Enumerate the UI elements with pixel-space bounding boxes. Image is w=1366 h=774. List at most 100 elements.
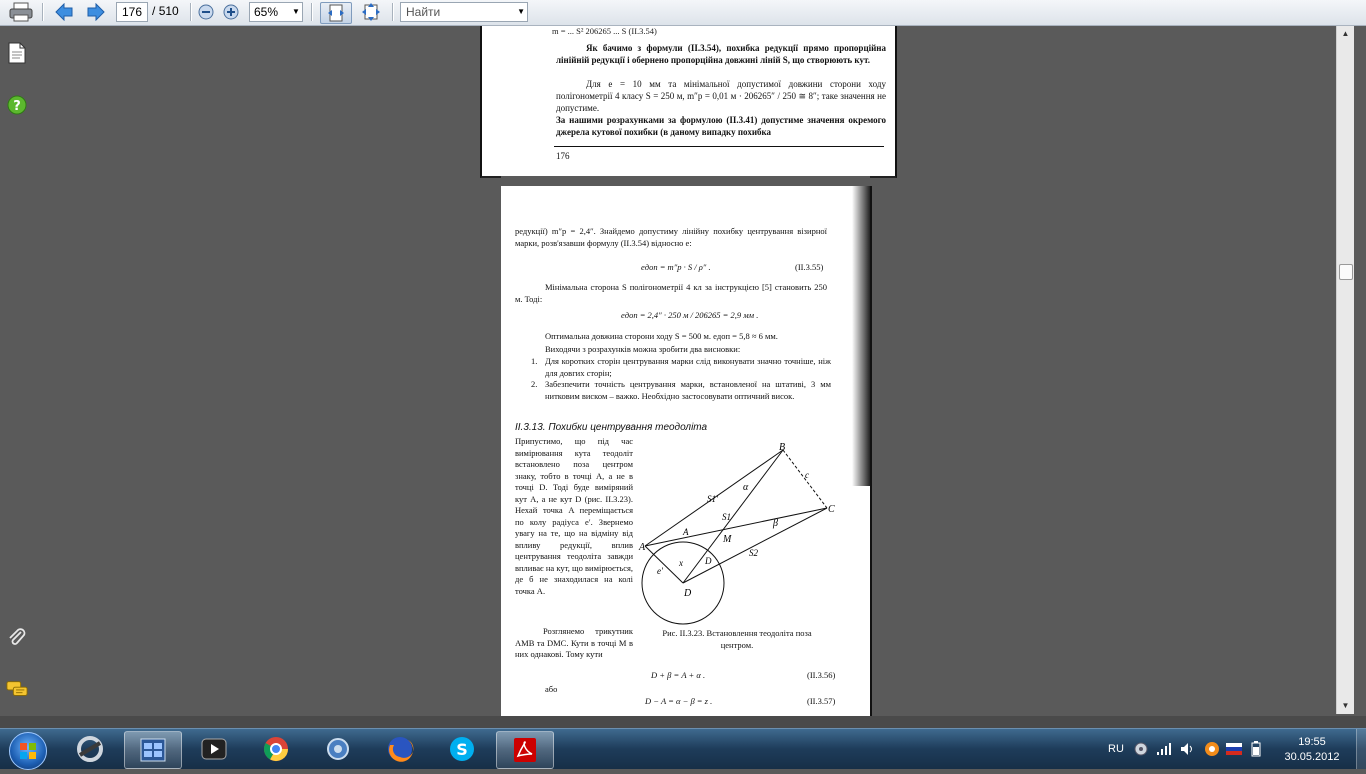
next-page-button[interactable] bbox=[84, 2, 108, 22]
chevron-down-icon: ▼ bbox=[517, 7, 525, 16]
arrow-left-icon bbox=[55, 3, 73, 21]
paragraph: Мінімальна сторона S полігонометрії 4 кл… bbox=[515, 282, 827, 304]
figure-label-S1-prime: S1′ bbox=[707, 494, 719, 504]
help-button[interactable]: ? bbox=[6, 94, 28, 116]
list-number: 1. bbox=[531, 356, 538, 366]
disk-icon bbox=[1134, 742, 1148, 756]
arrow-right-icon bbox=[87, 3, 105, 21]
taskbar-app-media[interactable] bbox=[186, 731, 242, 767]
page-number: 176 bbox=[556, 151, 570, 161]
figure-label-A-angle: A bbox=[682, 527, 689, 537]
pdf-page-177: редукції) m″p = 2,4″. Знайдемо допустиму… bbox=[501, 186, 872, 716]
taskbar-app-chrome[interactable] bbox=[248, 731, 304, 767]
fit-width-icon bbox=[328, 4, 344, 22]
figure-caption: Рис. II.3.23. Встановлення теодоліта поз… bbox=[662, 628, 812, 650]
zoom-select[interactable]: 65% ▼ bbox=[249, 2, 303, 22]
equation: D + β = A + α . bbox=[651, 670, 706, 680]
show-desktop-button[interactable] bbox=[1356, 729, 1366, 769]
speaker-icon bbox=[1181, 743, 1192, 755]
print-button[interactable] bbox=[6, 2, 36, 22]
find-input[interactable]: Найти ▼ bbox=[400, 2, 528, 22]
clock-date: 30.05.2012 bbox=[1284, 751, 1340, 763]
figure-label-S1: S1 bbox=[722, 512, 731, 522]
figure-label-S2: S2 bbox=[749, 548, 759, 558]
figure-label-e-prime: e′ bbox=[657, 566, 664, 576]
svg-text:?: ? bbox=[13, 99, 21, 114]
tray-icon-keyboard[interactable] bbox=[1226, 729, 1242, 769]
list-text: Забезпечити точність центрування марки, … bbox=[545, 379, 831, 401]
previous-page-button[interactable] bbox=[52, 2, 76, 22]
figure-geometry bbox=[641, 449, 828, 625]
scroll-down-button[interactable]: ▼ bbox=[1337, 698, 1354, 714]
formula-fragment: m = ... S² 206265 ... S (II.3.54) bbox=[552, 26, 657, 36]
list-item: 2. Забезпечити точність центрування марки… bbox=[531, 379, 831, 402]
section-heading: II.3.13. Похибки центрування теодоліта bbox=[515, 422, 708, 433]
figure-label-c: c bbox=[805, 470, 809, 480]
equation-number: (II.3.57) bbox=[807, 696, 836, 706]
window-icon bbox=[140, 738, 166, 762]
paragraph: Для e = 10 мм та мінімальної допустимої … bbox=[556, 79, 886, 113]
zoom-value: 65% bbox=[254, 5, 279, 19]
page-number-input[interactable]: 176 bbox=[116, 2, 148, 22]
list-text: Для коротких сторін центрування марки сл… bbox=[545, 356, 831, 378]
language-indicator[interactable]: RU bbox=[1108, 729, 1124, 769]
conjunction-text: або bbox=[545, 684, 558, 694]
battery-icon bbox=[1251, 741, 1261, 757]
page-separator: / bbox=[152, 4, 156, 18]
taskbar-app-skype[interactable]: S bbox=[434, 731, 490, 767]
page-total-value: 510 bbox=[158, 4, 179, 18]
taskbar-app-pinned[interactable] bbox=[62, 731, 118, 767]
tray-icon-power[interactable] bbox=[1250, 729, 1262, 769]
skype-icon: S bbox=[450, 737, 474, 761]
formula-number: (II.3.55) bbox=[795, 262, 824, 272]
zoom-in-icon bbox=[223, 4, 239, 20]
taskbar-app-explorer[interactable] bbox=[124, 731, 182, 769]
paragraph: Як бачимо з формули (II.3.54), похибка р… bbox=[556, 43, 886, 65]
chrome-icon bbox=[263, 737, 288, 762]
page-total: / 510 bbox=[152, 4, 179, 18]
pdf-page-176: m = ... S² 206265 ... S (II.3.54) Як бач… bbox=[480, 26, 897, 178]
figure-label-D-angle: D bbox=[704, 556, 712, 566]
formula: eдоп = m″p · S / ρ″ . bbox=[641, 262, 711, 272]
update-icon bbox=[1205, 742, 1219, 756]
taskbar-app-settings[interactable] bbox=[310, 731, 366, 767]
find-placeholder: Найти bbox=[406, 5, 441, 19]
fit-width-button[interactable] bbox=[320, 2, 352, 24]
paragraph: Розглянемо трикутник AMB та DMC. Кути в … bbox=[515, 626, 633, 659]
scroll-thumb[interactable] bbox=[1339, 264, 1353, 280]
zoom-in-button[interactable] bbox=[222, 2, 240, 22]
comments-button[interactable] bbox=[6, 678, 28, 700]
start-button[interactable] bbox=[9, 732, 47, 770]
media-player-icon bbox=[201, 738, 227, 760]
tray-icon-update[interactable] bbox=[1204, 729, 1220, 769]
figure-label-A: A bbox=[638, 542, 646, 553]
paragraph: Виходячи з розрахунків можна зробити два… bbox=[545, 344, 741, 354]
pages-panel-button[interactable] bbox=[6, 42, 28, 64]
figure-label-x: x bbox=[678, 558, 683, 568]
formula: eдоп = 2,4″ · 250 м / 206265 = 2,9 мм . bbox=[621, 310, 759, 320]
help-icon: ? bbox=[7, 95, 27, 115]
figure-label-C: C bbox=[828, 504, 835, 515]
signal-icon bbox=[1157, 743, 1171, 755]
scroll-up-button[interactable]: ▲ bbox=[1337, 26, 1354, 42]
gear-icon bbox=[327, 738, 349, 760]
paperclip-icon bbox=[9, 628, 26, 645]
attachments-button[interactable] bbox=[6, 626, 28, 648]
taskbar-app-firefox[interactable] bbox=[372, 731, 428, 767]
fit-page-icon bbox=[362, 3, 380, 21]
taskbar-app-pdf-reader[interactable] bbox=[496, 731, 554, 769]
zoom-out-button[interactable] bbox=[197, 2, 215, 22]
windows-logo-icon bbox=[20, 743, 36, 759]
windows-taskbar: S RU 19:55 30.05.2012 bbox=[0, 728, 1366, 770]
fit-page-button[interactable] bbox=[358, 2, 384, 22]
clock-time: 19:55 bbox=[1298, 736, 1326, 748]
firefox-icon bbox=[388, 737, 414, 762]
printer-icon bbox=[9, 2, 33, 22]
tray-icon-disk[interactable] bbox=[1134, 729, 1148, 769]
figure-label-alpha: α bbox=[743, 482, 749, 493]
equation: D − A = α − β = z . bbox=[645, 696, 713, 706]
clock[interactable]: 19:55 30.05.2012 bbox=[1270, 735, 1354, 765]
vertical-scrollbar[interactable]: ▲ ▼ bbox=[1336, 26, 1354, 714]
tray-icon-network[interactable] bbox=[1156, 729, 1172, 769]
tray-icon-volume[interactable] bbox=[1180, 729, 1196, 769]
